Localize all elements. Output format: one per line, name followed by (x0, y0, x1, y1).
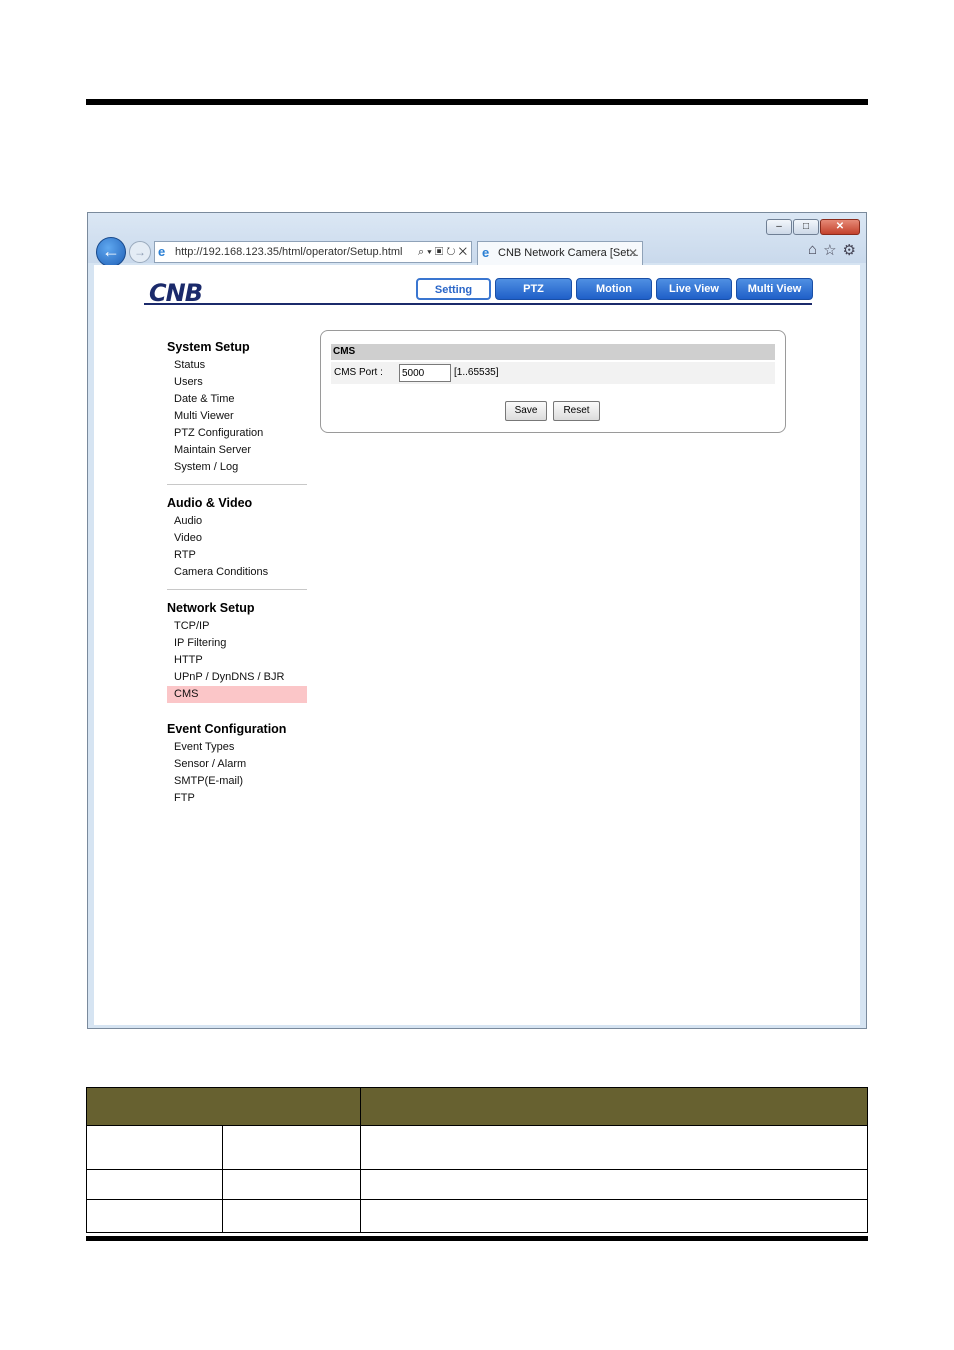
browser-toolbar: ⌂ ☆ ⚙ (808, 241, 856, 259)
sidebar-item-camera-conditions[interactable]: Camera Conditions (167, 564, 307, 581)
reset-button[interactable]: Reset (553, 401, 600, 421)
section-network-setup: Network Setup (167, 601, 255, 615)
tab-multi-view[interactable]: Multi View (736, 278, 813, 300)
main-nav-tabs: Setting PTZ Motion Live View Multi View (416, 278, 813, 300)
section-system-setup: System Setup (167, 340, 250, 354)
tab-ptz[interactable]: PTZ (495, 278, 572, 300)
cms-port-range: [1..65535] (454, 367, 499, 378)
page-top-rule (86, 99, 868, 105)
document-table (86, 1087, 868, 1233)
section-event-configuration: Event Configuration (167, 722, 287, 736)
setup-sidebar: System Setup Status Users Date & Time Mu… (167, 337, 307, 807)
tab-motion[interactable]: Motion (576, 278, 652, 300)
window-controls: – □ ✕ (766, 219, 860, 235)
sidebar-item-ptz-configuration[interactable]: PTZ Configuration (167, 425, 307, 442)
sidebar-item-system-log[interactable]: System / Log (167, 459, 307, 476)
sidebar-item-ftp[interactable]: FTP (167, 790, 307, 807)
home-icon[interactable]: ⌂ (808, 241, 817, 259)
address-bar[interactable]: e http://192.168.123.35/html/operator/Se… (154, 241, 472, 263)
table-header (86, 1087, 868, 1126)
sidebar-item-sensor-alarm[interactable]: Sensor / Alarm (167, 756, 307, 773)
sidebar-item-status[interactable]: Status (167, 357, 307, 374)
sidebar-item-smtp-email[interactable]: SMTP(E-mail) (167, 773, 307, 790)
cms-port-label: CMS Port : (334, 367, 383, 378)
minimize-button[interactable]: – (766, 219, 792, 235)
sidebar-item-date-time[interactable]: Date & Time (167, 391, 307, 408)
header-divider (144, 303, 812, 305)
section-audio-video: Audio & Video (167, 496, 253, 510)
table-body (86, 1126, 868, 1233)
table-row-divider (87, 1199, 867, 1200)
browser-tab[interactable]: e CNB Network Camera [Set... ✕ (477, 241, 643, 265)
sidebar-item-video[interactable]: Video (167, 530, 307, 547)
star-icon[interactable]: ☆ (823, 241, 836, 259)
sidebar-divider (167, 589, 307, 590)
forward-button[interactable]: → (129, 241, 151, 263)
page-bottom-rule (86, 1236, 868, 1241)
sidebar-item-event-types[interactable]: Event Types (167, 739, 307, 756)
cms-port-input[interactable] (399, 364, 451, 382)
ie-tab-icon: e (482, 245, 490, 260)
sidebar-item-rtp[interactable]: RTP (167, 547, 307, 564)
tab-live-view[interactable]: Live View (656, 278, 732, 300)
sidebar-item-upnp-dyndns-bjr[interactable]: UPnP / DynDNS / BJR (167, 669, 307, 686)
maximize-button[interactable]: □ (793, 219, 819, 235)
table-row-divider (87, 1169, 867, 1170)
sidebar-item-http[interactable]: HTTP (167, 652, 307, 669)
save-button[interactable]: Save (505, 401, 547, 421)
sidebar-item-multi-viewer[interactable]: Multi Viewer (167, 408, 307, 425)
close-window-button[interactable]: ✕ (820, 219, 860, 235)
gear-icon[interactable]: ⚙ (843, 241, 856, 259)
sidebar-item-users[interactable]: Users (167, 374, 307, 391)
sidebar-divider (167, 484, 307, 485)
sidebar-item-tcp-ip[interactable]: TCP/IP (167, 618, 307, 635)
tab-title: CNB Network Camera [Set... (498, 247, 639, 259)
browser-title-bar: – □ ✕ ← → e http://192.168.123.35/html/o… (88, 213, 866, 267)
sidebar-item-audio[interactable]: Audio (167, 513, 307, 530)
cms-panel-header: CMS (331, 344, 775, 360)
cms-settings-panel: CMS CMS Port : [1..65535] Save Reset (320, 330, 786, 433)
cms-port-row: CMS Port : [1..65535] (331, 362, 775, 384)
address-tools[interactable]: ⌕ ▾ ▣ ↻ ✕ (413, 242, 467, 262)
sidebar-item-ip-filtering[interactable]: IP Filtering (167, 635, 307, 652)
header-column-divider (360, 1088, 361, 1125)
table-column-divider (222, 1126, 223, 1232)
table-column-divider (360, 1126, 361, 1232)
sidebar-item-cms[interactable]: CMS (167, 686, 307, 703)
sidebar-item-maintain-server[interactable]: Maintain Server (167, 442, 307, 459)
tab-setting[interactable]: Setting (416, 278, 491, 300)
address-text: http://192.168.123.35/html/operator/Setu… (175, 246, 403, 258)
page-content: CNB Setting PTZ Motion Live View Multi V… (94, 265, 860, 1025)
browser-window: – □ ✕ ← → e http://192.168.123.35/html/o… (87, 212, 867, 1029)
ie-icon: e (158, 244, 166, 259)
back-button[interactable]: ← (96, 237, 126, 267)
tab-close-icon[interactable]: ✕ (628, 242, 638, 264)
